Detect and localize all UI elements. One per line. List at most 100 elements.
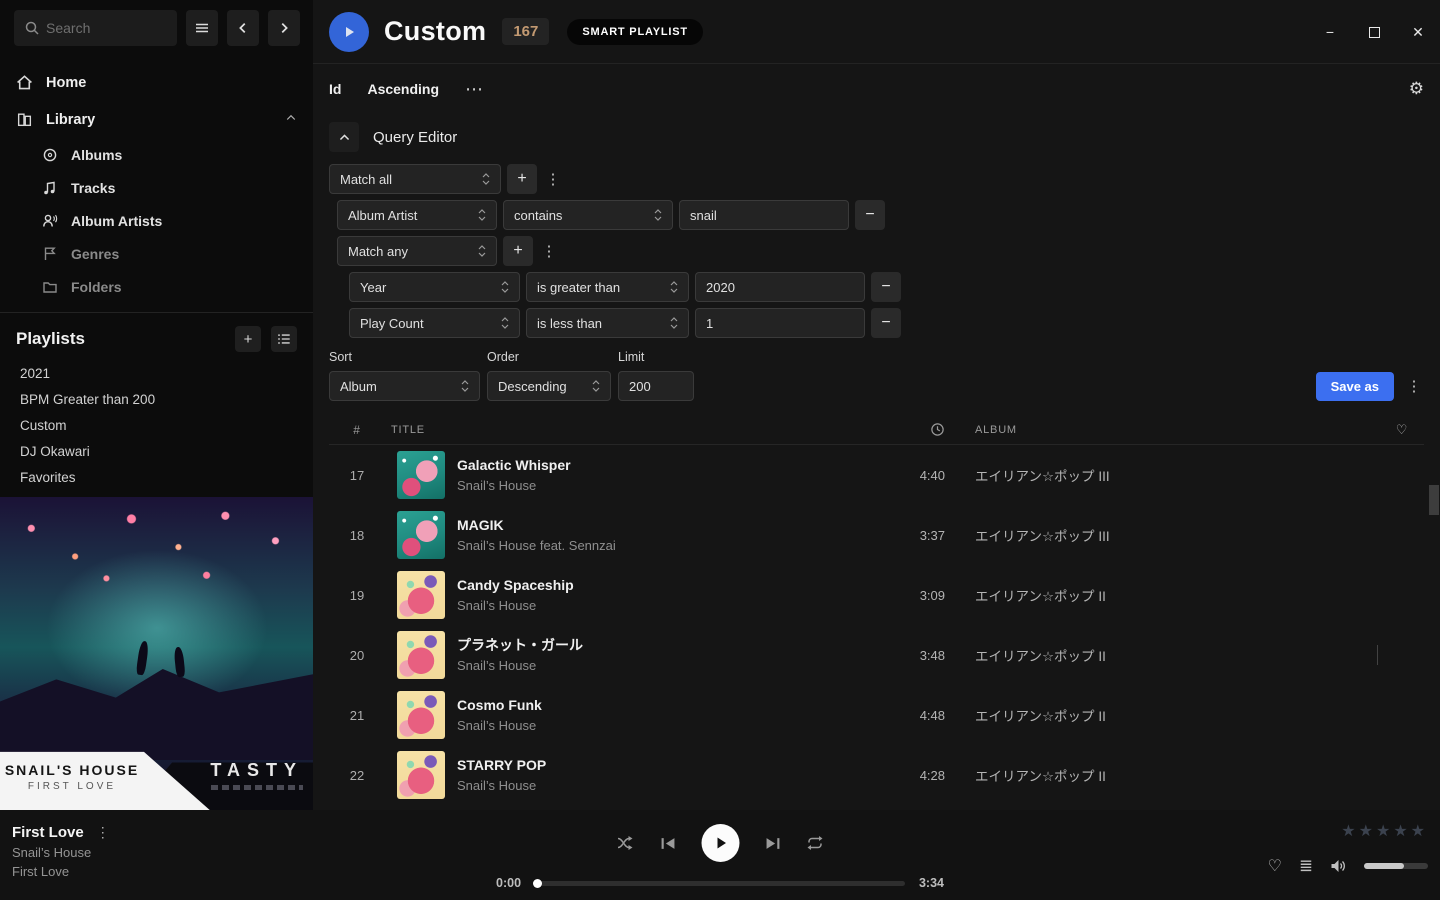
minimize-button[interactable]: −	[1316, 18, 1344, 46]
playlist-item[interactable]: Custom	[16, 412, 297, 438]
nav-forward-button[interactable]	[268, 10, 300, 46]
sidebar-item-label: Album Artists	[71, 213, 162, 229]
sidebar-item-albums[interactable]: Albums	[42, 138, 313, 171]
query-meta-row: Sort Album Order Descending Limit	[329, 350, 1424, 401]
add-playlist-button[interactable]: +	[235, 326, 261, 352]
rule-operator-select[interactable]: contains	[503, 200, 673, 230]
menu-button[interactable]	[186, 10, 218, 46]
select-caret-icon	[670, 316, 678, 330]
more-options-button[interactable]: ⋯	[465, 79, 484, 100]
rule-value-input[interactable]	[695, 272, 865, 302]
queue-icon	[1299, 859, 1313, 873]
sort-order-button[interactable]: Ascending	[367, 81, 439, 97]
remove-rule-button[interactable]: −	[871, 272, 901, 302]
play-pause-button[interactable]	[702, 824, 740, 862]
playlist-list-button[interactable]	[271, 326, 297, 352]
sidebar-item-home[interactable]: Home	[0, 64, 313, 101]
save-menu-button[interactable]: ⋮	[1404, 371, 1424, 401]
column-album[interactable]: ALBUM	[975, 424, 1380, 436]
rule-field-select[interactable]: Year	[349, 272, 520, 302]
nav-back-button[interactable]	[227, 10, 259, 46]
playlist-item[interactable]: 2021	[16, 360, 297, 386]
volume-slider[interactable]	[1364, 863, 1428, 869]
column-number[interactable]: #	[329, 423, 385, 437]
favorite-button[interactable]: ♡	[1268, 856, 1282, 876]
track-album[interactable]: エイリアン☆ポップ II	[975, 765, 1380, 785]
group-menu-button[interactable]: ⋮	[539, 236, 559, 266]
limit-input[interactable]	[618, 371, 694, 401]
sort-label: Sort	[329, 350, 480, 364]
group-menu-button[interactable]: ⋮	[543, 164, 563, 194]
remove-rule-button[interactable]: −	[855, 200, 885, 230]
star-icon[interactable]: ★	[1341, 824, 1355, 840]
track-art-thumbnail	[397, 571, 445, 619]
library-collapse-toggle[interactable]	[285, 112, 297, 128]
table-row[interactable]: 19 Candy SpaceshipSnail’s House 3:09 エイリ…	[329, 565, 1424, 625]
track-album[interactable]: エイリアン☆ポップ III	[975, 525, 1380, 545]
volume-button[interactable]	[1330, 858, 1347, 874]
playlist-item[interactable]: BPM Greater than 200	[16, 386, 297, 412]
queue-button[interactable]	[1299, 859, 1313, 873]
table-row[interactable]: 22 STARRY POPSnail’s House 4:28 エイリアン☆ポッ…	[329, 745, 1424, 805]
rule-field-select[interactable]: Play Count	[349, 308, 520, 338]
rule-operator-select[interactable]: is less than	[526, 308, 689, 338]
group-match-mode-select[interactable]: Match any	[337, 236, 497, 266]
rule-operator-select[interactable]: is greater than	[526, 272, 689, 302]
sidebar-item-folders[interactable]: Folders	[42, 270, 313, 303]
repeat-button[interactable]	[807, 835, 824, 851]
column-duration[interactable]	[883, 422, 945, 437]
maximize-button[interactable]	[1360, 18, 1388, 46]
track-album-focused[interactable]: エイリアン☆ポップ II	[975, 645, 1380, 665]
track-album[interactable]: エイリアン☆ポップ II	[975, 705, 1380, 725]
rule-value-input[interactable]	[695, 308, 865, 338]
star-icon[interactable]: ★	[1376, 824, 1390, 840]
collapse-query-editor-button[interactable]	[329, 122, 359, 152]
sidebar-item-tracks[interactable]: Tracks	[42, 171, 313, 204]
track-number: 21	[329, 708, 385, 723]
order-select[interactable]: Descending	[487, 371, 611, 401]
remove-rule-button[interactable]: −	[871, 308, 901, 338]
previous-track-button[interactable]	[661, 836, 676, 851]
match-mode-select[interactable]: Match all	[329, 164, 501, 194]
track-album[interactable]: エイリアン☆ポップ II	[975, 585, 1380, 605]
table-row[interactable]: 18 MAGIKSnail’s House feat. Sennzai 3:37…	[329, 505, 1424, 565]
sidebar-item-library[interactable]: Library	[0, 101, 313, 138]
playlist-item[interactable]: Favorites	[16, 464, 297, 490]
chevron-left-icon	[236, 21, 250, 35]
column-favorite[interactable]: ♡	[1380, 422, 1424, 438]
select-caret-icon	[670, 280, 678, 294]
genres-flag-icon	[42, 246, 58, 262]
sidebar-item-album-artists[interactable]: Album Artists	[42, 204, 313, 237]
seek-bar[interactable]	[535, 881, 905, 886]
scrollbar-thumb[interactable]	[1429, 485, 1439, 515]
save-as-button[interactable]: Save as	[1316, 372, 1394, 401]
settings-button[interactable]: ⚙	[1409, 79, 1424, 99]
table-row[interactable]: 21 Cosmo FunkSnail’s House 4:48 エイリアン☆ポッ…	[329, 685, 1424, 745]
rule-value-input[interactable]	[679, 200, 849, 230]
track-title: MAGIK	[457, 515, 883, 535]
select-value: Match all	[340, 172, 482, 187]
track-album[interactable]: エイリアン☆ポップ III	[975, 465, 1380, 485]
column-title[interactable]: TITLE	[385, 424, 883, 436]
sort-field-button[interactable]: Id	[329, 81, 341, 97]
table-row[interactable]: 17 Galactic WhisperSnail’s House 4:40 エイ…	[329, 445, 1424, 505]
shuffle-button[interactable]	[617, 835, 635, 851]
query-editor: Query Editor Match all + ⋮ Album Artist …	[313, 114, 1440, 401]
next-track-button[interactable]	[766, 836, 781, 851]
now-playing-menu-button[interactable]: ⋮	[96, 824, 110, 841]
maximize-icon	[1369, 27, 1380, 38]
close-button[interactable]: ✕	[1404, 18, 1432, 46]
rule-field-select[interactable]: Album Artist	[337, 200, 497, 230]
sidebar-item-genres[interactable]: Genres	[42, 237, 313, 270]
star-icon[interactable]: ★	[1393, 824, 1407, 840]
sort-select[interactable]: Album	[329, 371, 480, 401]
seek-handle[interactable]	[533, 879, 542, 888]
star-icon[interactable]: ★	[1359, 824, 1373, 840]
playlist-item[interactable]: DJ Okawari	[16, 438, 297, 464]
play-playlist-button[interactable]	[329, 12, 369, 52]
table-row[interactable]: 20 プラネット・ガールSnail’s House 3:48 エイリアン☆ポップ…	[329, 625, 1424, 685]
track-number: 18	[329, 528, 385, 543]
add-rule-button[interactable]: +	[503, 236, 533, 266]
star-icon[interactable]: ★	[1411, 824, 1425, 840]
add-rule-button[interactable]: +	[507, 164, 537, 194]
